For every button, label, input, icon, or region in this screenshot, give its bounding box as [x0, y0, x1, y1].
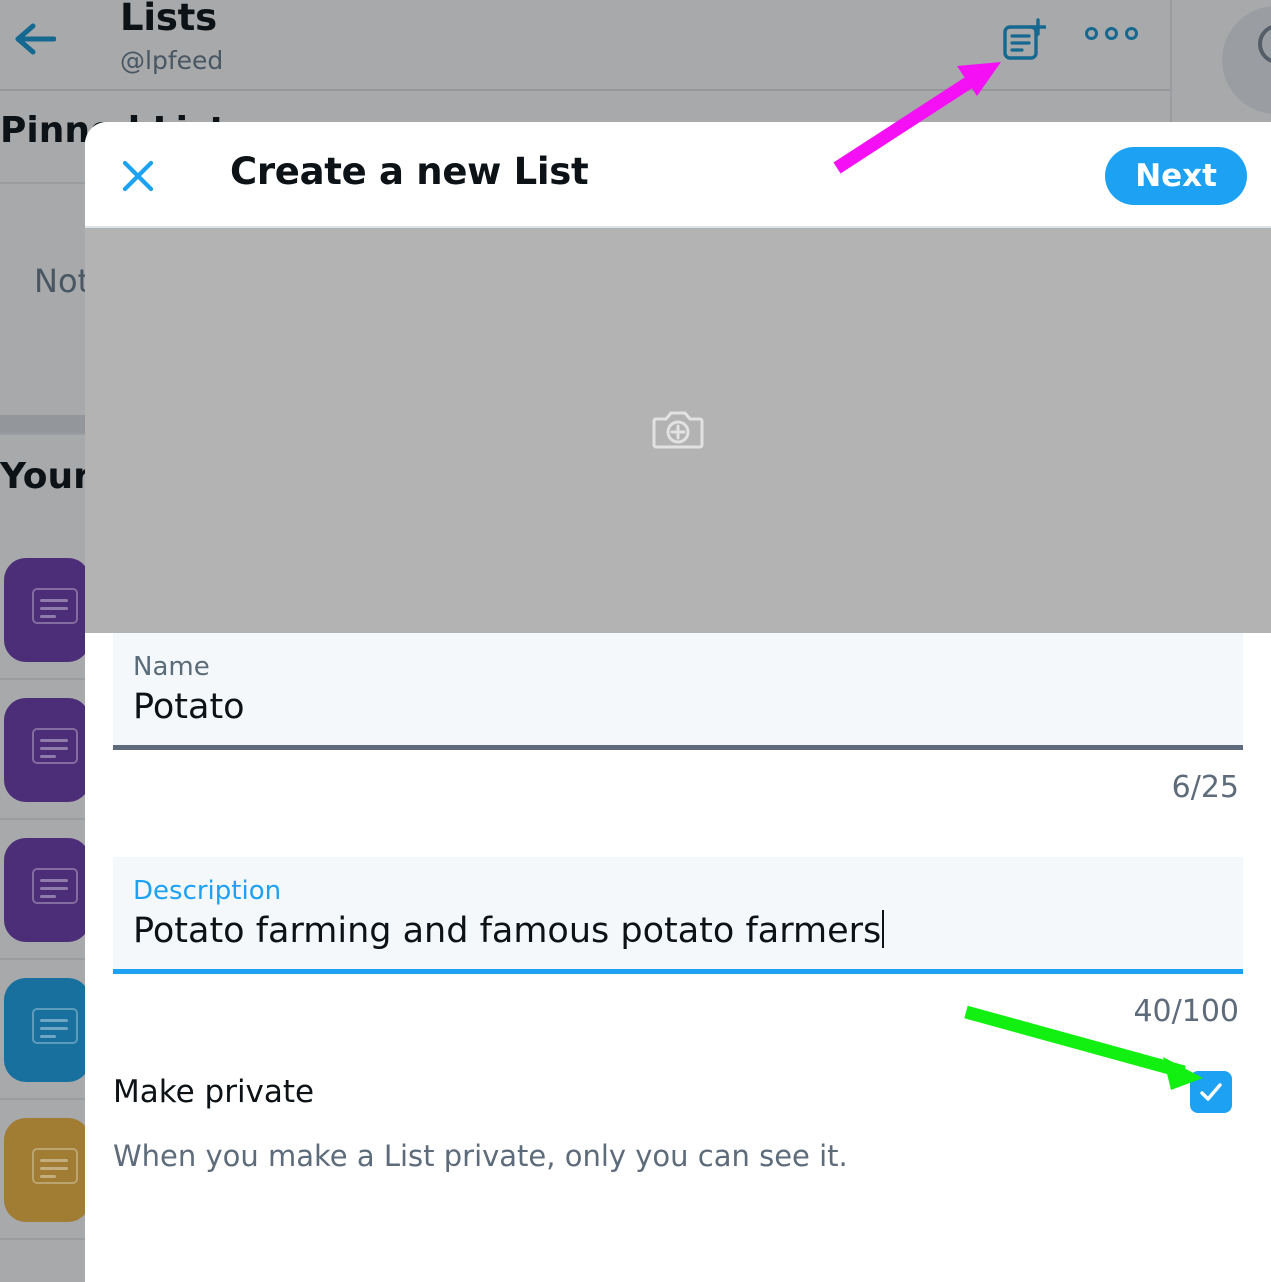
description-counter: 40/100	[1133, 994, 1239, 1029]
glyph-line	[40, 739, 68, 742]
glyph-line	[40, 1035, 56, 1038]
list-thumbnail	[4, 838, 90, 942]
name-value: Potato	[133, 687, 245, 727]
list-thumbnail	[4, 978, 90, 1082]
list-thumbnail	[4, 1118, 90, 1222]
glyph-line	[40, 1027, 68, 1030]
description-value-wrap: Potato farming and famous potato farmers	[133, 907, 1223, 955]
new-list-icon[interactable]	[1002, 18, 1047, 62]
glyph-line	[40, 1167, 68, 1170]
glyph-line	[40, 1175, 56, 1178]
list-banner-upload[interactable]	[85, 228, 1271, 633]
list-glyph-icon	[32, 728, 78, 764]
make-private-label: Make private	[113, 1074, 315, 1110]
glyph-line	[40, 599, 68, 602]
text-caret	[882, 910, 885, 948]
create-list-dialog: Create a new List Next Name Potato 6/25	[85, 122, 1271, 1282]
next-button[interactable]: Next	[1105, 147, 1247, 205]
glyph-line	[40, 887, 68, 890]
camera-add-icon	[652, 406, 704, 456]
glyph-line	[40, 1019, 68, 1022]
list-glyph-icon	[32, 1148, 78, 1184]
page-title: Lists	[120, 0, 217, 39]
description-input[interactable]: Description Potato farming and famous po…	[113, 857, 1243, 969]
glyph-line	[40, 1159, 68, 1162]
create-list-form: Name Potato 6/25 Description Potato farm…	[85, 633, 1271, 1173]
list-glyph-icon	[32, 868, 78, 904]
glyph-line	[40, 879, 68, 882]
checkmark-icon	[1200, 1083, 1222, 1101]
dot	[1085, 27, 1098, 40]
list-glyph-icon	[32, 588, 78, 624]
glyph-line	[40, 755, 56, 758]
dot	[1125, 27, 1138, 40]
list-thumbnail	[4, 558, 90, 662]
close-icon[interactable]	[117, 155, 159, 197]
dialog-title: Create a new List	[230, 150, 589, 193]
screen: Lists @lpfeed Pinned Lists Nothing to se…	[0, 0, 1271, 1282]
header-divider	[0, 89, 1170, 91]
description-value: Potato farming and famous potato farmers	[133, 911, 882, 951]
make-private-checkbox[interactable]	[1190, 1071, 1232, 1113]
glyph-line	[40, 747, 68, 750]
description-label: Description	[133, 876, 282, 906]
name-label: Name	[133, 652, 210, 682]
page-handle: @lpfeed	[120, 46, 224, 75]
glyph-line	[40, 895, 56, 898]
more-options-icon[interactable]	[1085, 27, 1138, 40]
glyph-line	[40, 607, 68, 610]
make-private-row[interactable]: Make private	[113, 1071, 1243, 1113]
name-counter: 6/25	[1171, 770, 1239, 805]
list-glyph-icon	[32, 1008, 78, 1044]
glyph-line	[40, 615, 56, 618]
name-input[interactable]: Name Potato	[113, 633, 1243, 745]
back-arrow-icon[interactable]	[12, 20, 57, 58]
dialog-header: Create a new List Next	[85, 122, 1271, 228]
list-thumbnail	[4, 698, 90, 802]
make-private-description: When you make a List private, only you c…	[113, 1139, 848, 1173]
dot	[1105, 27, 1118, 40]
